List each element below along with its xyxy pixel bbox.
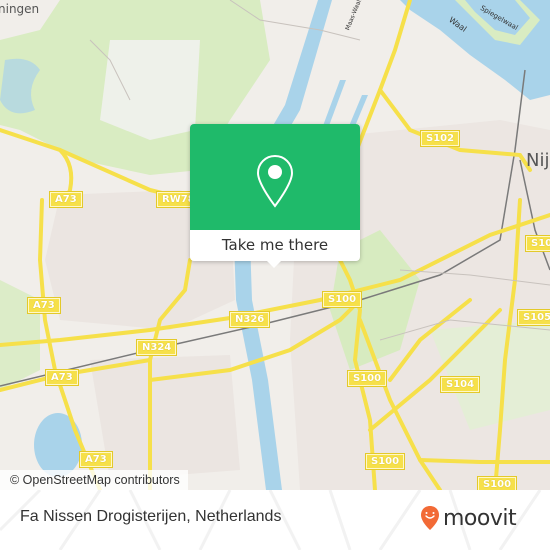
place-name: Fa Nissen Drogisterijen, Netherlands xyxy=(20,508,282,525)
place-label-city: Nij xyxy=(526,150,550,171)
road-shield: S100 xyxy=(476,476,518,490)
industrial-area xyxy=(100,40,200,140)
road-shield: S102 xyxy=(419,130,461,147)
road-shield: S104 xyxy=(439,376,481,393)
brand-name: moovit xyxy=(443,505,517,531)
road-shield: S100 xyxy=(321,291,363,308)
lake xyxy=(34,413,82,477)
road-shield: N326 xyxy=(228,311,271,328)
road-shield: S100 xyxy=(364,453,406,470)
road-shield: N324 xyxy=(135,339,178,356)
road-shield: A73 xyxy=(27,297,61,314)
popup-pointer xyxy=(266,260,282,268)
road-shield: A73 xyxy=(49,191,83,208)
map-pin-icon xyxy=(256,154,294,208)
map-attribution[interactable]: © OpenStreetMap contributors xyxy=(0,470,188,490)
moovit-logo[interactable]: moovit xyxy=(420,503,517,533)
road-shield: S100 xyxy=(346,370,388,387)
moovit-pin-icon xyxy=(421,506,439,530)
popup-header xyxy=(190,124,360,230)
place-label-town: ningen xyxy=(0,2,40,16)
road-shield: A73 xyxy=(79,451,113,468)
take-me-there-button[interactable]: Take me there xyxy=(190,230,360,261)
location-popup: Take me there xyxy=(190,124,360,268)
urban-area-south xyxy=(90,355,240,480)
map-canvas[interactable]: ningen Nij Waal Spiegelwaal Maas-Waalkan… xyxy=(0,0,550,490)
road-shield: A73 xyxy=(45,369,79,386)
road-shield: S105 xyxy=(516,309,550,326)
road-shield: S100 xyxy=(524,235,550,252)
footer-bar: Fa Nissen Drogisterijen, Netherlands moo… xyxy=(0,490,550,550)
